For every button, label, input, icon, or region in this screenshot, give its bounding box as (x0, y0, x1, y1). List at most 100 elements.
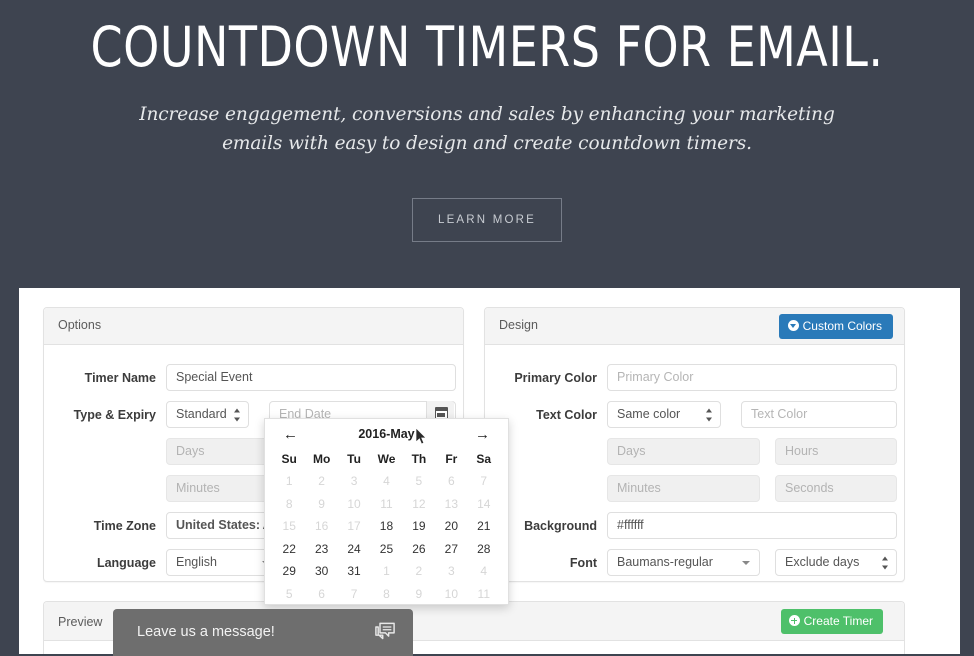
datepicker-day-cell: 11 (380, 496, 393, 511)
primary-color-input[interactable]: Primary Color (607, 364, 897, 391)
datepicker-day-cell[interactable]: 19 (403, 515, 435, 538)
datepicker-day-cell: 10 (444, 586, 458, 601)
datepicker-day-cell: 1 (285, 474, 293, 489)
datepicker-day-cell: 16 (314, 519, 329, 534)
datepicker-day-cell: 8 (383, 586, 390, 601)
datepicker-day-cell[interactable]: 22 (273, 538, 305, 561)
datepicker-day-cell[interactable]: 26 (403, 538, 435, 561)
datepicker-week-row: 1 2 3 4 5 6 7 (273, 470, 500, 493)
datepicker-day-cell[interactable]: 23 (305, 538, 337, 561)
datepicker-day-cell: 10 (347, 496, 361, 511)
timer-name-label: Timer Name (84, 371, 156, 385)
font-select[interactable]: Baumans-regular (607, 549, 760, 576)
exclude-days-select[interactable]: Exclude days (775, 549, 897, 576)
datepicker-day-cell: 1 (383, 564, 390, 579)
circle-plus-icon (788, 615, 800, 626)
row-primary-color: Primary Color Primary Color (485, 364, 904, 392)
datepicker-weekday: We (377, 451, 396, 466)
datepicker-day-cell[interactable]: 29 (273, 560, 305, 583)
datepicker-week-row: 8 9 10 11 12 13 14 (273, 493, 500, 516)
row-font: Font Baumans-regular Exclude days (485, 549, 904, 577)
spinner-icon (882, 556, 889, 569)
hero-banner: COUNTDOWN TIMERS FOR EMAIL. Increase eng… (0, 0, 974, 288)
design-seconds-input: Seconds (775, 475, 897, 502)
time-zone-value-country: United States: (176, 518, 261, 532)
datepicker-day-cell: 12 (412, 496, 426, 511)
design-panel-header: Design Custom Colors (485, 308, 904, 345)
row-design-minutes-seconds: Minutes Seconds (485, 475, 904, 503)
datepicker-weekday: Mo (312, 451, 331, 466)
custom-colors-label: Custom Colors (802, 319, 882, 333)
custom-colors-button[interactable]: Custom Colors (778, 314, 893, 339)
text-color-mode-select[interactable]: Same color (607, 401, 721, 428)
datepicker-day-cell: 5 (415, 474, 423, 489)
datepicker-weekday: Tu (347, 451, 361, 466)
datepicker-day-cell[interactable]: 31 (338, 560, 370, 583)
text-color-mode-value: Same color (617, 407, 681, 421)
datepicker-day-cell[interactable]: 30 (305, 560, 337, 583)
datepicker-day-cell: 8 (285, 496, 293, 511)
create-timer-button[interactable]: Create Timer (780, 609, 883, 634)
datepicker-day-cell: 4 (383, 474, 390, 489)
text-color-input[interactable]: Text Color (741, 401, 897, 428)
datepicker-day-cell: 3 (447, 564, 455, 579)
circle-chevron-down-icon (787, 320, 799, 331)
prev-month-button[interactable]: ← (283, 427, 298, 443)
datepicker-day-cell[interactable]: 28 (468, 538, 500, 561)
create-timer-label: Create Timer (803, 614, 873, 628)
datepicker-day-cell[interactable]: 20 (435, 515, 467, 538)
options-panel-header: Options (44, 308, 463, 345)
design-days-input: Days (607, 438, 760, 465)
hero-subtitle: Increase engagement, conversions and sal… (139, 104, 835, 154)
chat-bubble-icon (375, 622, 395, 640)
datepicker-day-cell[interactable]: 18 (370, 515, 402, 538)
row-timer-name: Timer Name Special Event (44, 364, 463, 392)
language-value: English (176, 555, 217, 569)
page-title: COUNTDOWN TIMERS FOR EMAIL. (90, 15, 884, 79)
chat-widget-message: Leave us a message! (137, 624, 275, 640)
datepicker-day-cell: 13 (444, 496, 458, 511)
datepicker-popup[interactable]: ← 2016-May → Su Mo Tu We Th Fr Sa 1 2 3 4 5 6 7 8 9 10 1… (264, 418, 509, 605)
timer-type-value: Standard (176, 407, 227, 421)
datepicker-day-cell: 2 (318, 474, 325, 489)
learn-more-button[interactable]: LEARN MORE (412, 198, 562, 242)
datepicker-day-cell[interactable]: 25 (370, 538, 402, 561)
row-design-days-hours: Days Hours (485, 438, 904, 466)
datepicker-weekday: Th (411, 451, 427, 466)
next-month-button[interactable]: → (475, 427, 490, 443)
datepicker-nav: ← 2016-May → (273, 425, 500, 447)
datepicker-day-cell: 7 (350, 586, 358, 601)
datepicker-weekday-row: Su Mo Tu We Th Fr Sa (273, 447, 500, 470)
exclude-days-value: Exclude days (785, 555, 860, 569)
datepicker-day-cell[interactable]: 24 (338, 538, 370, 561)
datepicker-day-cell: 4 (480, 564, 488, 579)
datepicker-day-cell: 17 (347, 519, 361, 534)
hero-cta-wrapper: LEARN MORE (0, 158, 974, 242)
datepicker-week-row: 22 23 24 25 26 27 28 (273, 538, 500, 561)
datepicker-week-row: 5 6 7 8 9 10 11 (273, 583, 500, 606)
datepicker-day-cell[interactable]: 27 (435, 538, 467, 561)
datepicker-month-label: 2016-May (358, 427, 415, 441)
background-input[interactable]: #ffffff (607, 512, 897, 539)
datepicker-day-cell: 3 (350, 474, 358, 489)
timer-name-input[interactable]: Special Event (166, 364, 456, 391)
datepicker-day-cell: 7 (480, 474, 488, 489)
datepicker-day-cell: 6 (447, 474, 455, 489)
datepicker-day-cell: 14 (477, 496, 491, 511)
language-select[interactable]: English (166, 549, 280, 576)
language-label: Language (96, 556, 156, 570)
design-panel-title: Design (499, 318, 538, 332)
spinner-icon (234, 408, 241, 421)
datepicker-day-cell: 6 (318, 586, 325, 601)
timer-type-select[interactable]: Standard (166, 401, 249, 428)
spinner-icon (706, 408, 713, 421)
chat-widget[interactable]: Leave us a message! (113, 609, 413, 656)
datepicker-day-cell: 11 (477, 586, 490, 601)
preview-panel-title: Preview (58, 615, 103, 629)
datepicker-grid: Su Mo Tu We Th Fr Sa 1 2 3 4 5 6 7 8 9 10 11 12 13 14 15 16 17… (273, 447, 500, 605)
row-text-color: Text Color Same color Text Color (485, 401, 904, 429)
datepicker-day-cell[interactable]: 21 (468, 515, 500, 538)
primary-color-label: Primary Color (514, 371, 597, 385)
design-minutes-input: Minutes (607, 475, 760, 502)
datepicker-day-cell: 9 (318, 496, 325, 511)
